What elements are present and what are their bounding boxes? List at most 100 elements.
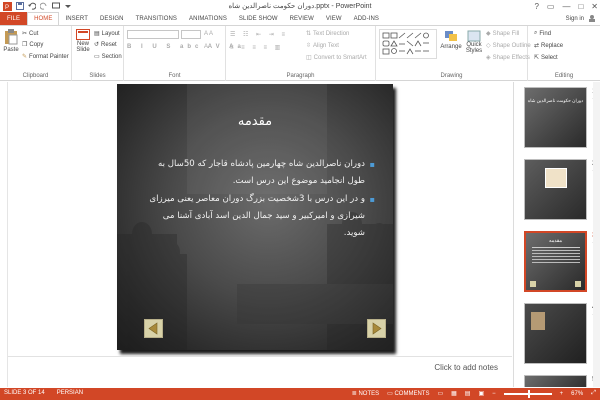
reset-button[interactable]: ↺ Reset [94, 41, 117, 49]
align-buttons[interactable]: ≡ ≡ ≡ ≡ ▥ [230, 44, 283, 51]
slide-thumbnail-4[interactable] [524, 303, 587, 364]
help-button[interactable]: ? [534, 2, 538, 11]
convert-smartart-button[interactable]: ◫ Convert to SmartArt [306, 54, 367, 62]
ribbon-tabs: FILE HOME INSERT DESIGN TRANSITIONS ANIM… [0, 12, 600, 25]
tab-review[interactable]: REVIEW [284, 12, 320, 25]
tab-add-ins[interactable]: ADD-INS [348, 12, 385, 25]
shape-effects-icon: ◈ [486, 55, 491, 61]
close-button[interactable]: ✕ [591, 2, 598, 11]
reading-view-icon[interactable]: ▤ [465, 390, 471, 397]
layout-button[interactable]: ▤ Layout [94, 30, 120, 38]
editing-group: ⌕ Find ⇄ Replace ⇱ Select Editing [528, 26, 600, 81]
section-button[interactable]: ▭ Section [94, 53, 122, 61]
slide-title[interactable]: مقدمه [117, 114, 393, 129]
copy-button[interactable]: ❐ Copy [22, 41, 43, 49]
shape-effects-button[interactable]: ◈ Shape Effects [486, 54, 530, 62]
normal-view-icon[interactable]: ▭ [437, 390, 443, 397]
tab-insert[interactable]: INSERT [59, 12, 94, 25]
current-slide[interactable]: مقدمه ▪ دوران ناصرالدین شاه چهارمین پادشا… [117, 84, 393, 350]
previous-slide-button[interactable] [144, 319, 163, 338]
slide-thumbnail-1[interactable]: دوران حکومت ناصرالدین شاه [524, 87, 587, 148]
comments-toggle[interactable]: ▭ COMMENTS [387, 390, 429, 397]
slides-group-label: Slides [89, 73, 106, 79]
status-bar: SLIDE 3 OF 14 PERSIAN ≣ NOTES ▭ COMMENTS… [0, 388, 600, 400]
font-name-combo[interactable] [127, 30, 179, 39]
quick-styles-icon [467, 30, 481, 42]
tab-slide-show[interactable]: SLIDE SHOW [233, 12, 284, 25]
clipboard-group-label: Clipboard [22, 73, 49, 79]
slide-thumbnail-5[interactable] [524, 375, 587, 387]
slides-group: New Slide ▤ Layout ↺ Reset ▭ Section Slides [72, 26, 124, 81]
slide-sorter-icon[interactable]: ▦ [451, 390, 457, 397]
left-arrow-icon [148, 322, 158, 335]
notes-pane[interactable]: Click to add notes [8, 356, 512, 378]
next-slide-button[interactable] [367, 319, 386, 338]
list-buttons[interactable]: ☰ ☷ ⇤ ⇥ ≡ [230, 31, 288, 38]
slide-thumbnail-3[interactable]: مقدمه [524, 231, 587, 292]
shape-effects-label: Shape Effects [492, 54, 530, 61]
slide-counter: SLIDE 3 OF 14 [4, 390, 45, 396]
tab-home[interactable]: HOME [27, 12, 60, 25]
slide-body[interactable]: ▪ دوران ناصرالدین شاه چهارمین پادشاه قاجا… [145, 156, 375, 243]
select-label: Select [541, 54, 558, 61]
font-group-label: Font [168, 73, 181, 79]
format-painter-button[interactable]: ✎ Format Painter [22, 53, 69, 61]
paragraph-group-label: Paragraph [286, 73, 315, 79]
slideshow-view-icon[interactable]: ▣ [478, 390, 484, 397]
font-grow-shrink-icon[interactable]: A A [204, 31, 213, 37]
quick-styles-button[interactable]: Quick Styles [464, 30, 484, 54]
new-slide-button[interactable]: New Slide [74, 29, 92, 53]
sign-in-link[interactable]: Sign in [566, 16, 584, 22]
font-size-combo[interactable] [181, 30, 201, 39]
zoom-out-button[interactable]: − [492, 391, 496, 397]
find-button[interactable]: ⌕ Find [534, 30, 551, 37]
ribbon-display-button[interactable]: ▭ [547, 2, 555, 11]
window-controls: ? ▭ — □ ✕ [534, 0, 598, 12]
paste-button[interactable]: Paste [3, 29, 19, 53]
thumb-caption: مقدمه [548, 238, 563, 244]
shapes-gallery[interactable] [379, 29, 437, 59]
tab-file[interactable]: FILE [0, 12, 28, 25]
brush-icon: ✎ [22, 54, 28, 60]
align-text-icon: ⇳ [306, 43, 312, 49]
minimize-button[interactable]: — [562, 2, 570, 11]
replace-button[interactable]: ⇄ Replace [534, 42, 563, 50]
text-direction-button[interactable]: ⇅ Text Direction [306, 30, 349, 38]
notes-toggle[interactable]: ≣ NOTES [352, 390, 379, 397]
font-color-icon[interactable]: A [204, 44, 208, 50]
tab-view[interactable]: VIEW [320, 12, 348, 25]
comments-label: COMMENTS [394, 391, 430, 397]
fit-slide-icon[interactable]: ⤢ [591, 390, 596, 397]
slide-thumbnail-2[interactable] [524, 159, 587, 220]
clipboard-group: Paste ✂ Cut ❐ Copy ✎ Format Painter Clipboa… [0, 26, 72, 81]
slide-thumbnail-panel: 1 ★ دوران حکومت ناصرالدین شاه 2 ★ 3 ★ مق… [513, 82, 600, 387]
zoom-slider[interactable] [503, 389, 552, 398]
select-button[interactable]: ⇱ Select [534, 54, 558, 62]
arrange-button[interactable]: Arrange [440, 30, 462, 50]
user-icon [588, 14, 596, 24]
section-icon: ▭ [94, 54, 100, 60]
zoom-thumb[interactable] [527, 389, 530, 398]
vertical-ruler [0, 82, 8, 387]
window-title: دوران حکومت ناصرالدین شاه.pptx - PowerPo… [228, 3, 372, 10]
cut-button[interactable]: ✂ Cut [22, 30, 39, 38]
align-text-button[interactable]: ⇳ Align Text [306, 42, 339, 50]
thumb-image [531, 312, 545, 330]
tab-transitions[interactable]: TRANSITIONS [130, 12, 183, 25]
ribbon: Paste ✂ Cut ❐ Copy ✎ Format Painter Clipboa… [0, 25, 600, 81]
maximize-button[interactable]: □ [578, 2, 583, 11]
shape-fill-icon: ◆ [486, 31, 491, 37]
shape-outline-button[interactable]: ◇ Shape Outline [486, 42, 531, 50]
zoom-in-button[interactable]: + [560, 391, 564, 397]
zoom-level[interactable]: 67% [571, 391, 583, 397]
shape-outline-label: Shape Outline [492, 42, 531, 49]
font-group: A A B I U S abc AV Aa A Font [124, 26, 241, 81]
thumbnail-scrollbar[interactable] [593, 82, 600, 387]
tab-design[interactable]: DESIGN [94, 12, 130, 25]
cut-label: Cut [29, 30, 39, 37]
shape-fill-button[interactable]: ◆ Shape Fill [486, 30, 519, 38]
language-indicator[interactable]: PERSIAN [57, 390, 83, 396]
tab-animations[interactable]: ANIMATIONS [183, 12, 233, 25]
bullet-item: ▪ دوران ناصرالدین شاه چهارمین پادشاه قاجا… [145, 156, 375, 190]
quick-styles-label-2: Styles [465, 48, 483, 54]
